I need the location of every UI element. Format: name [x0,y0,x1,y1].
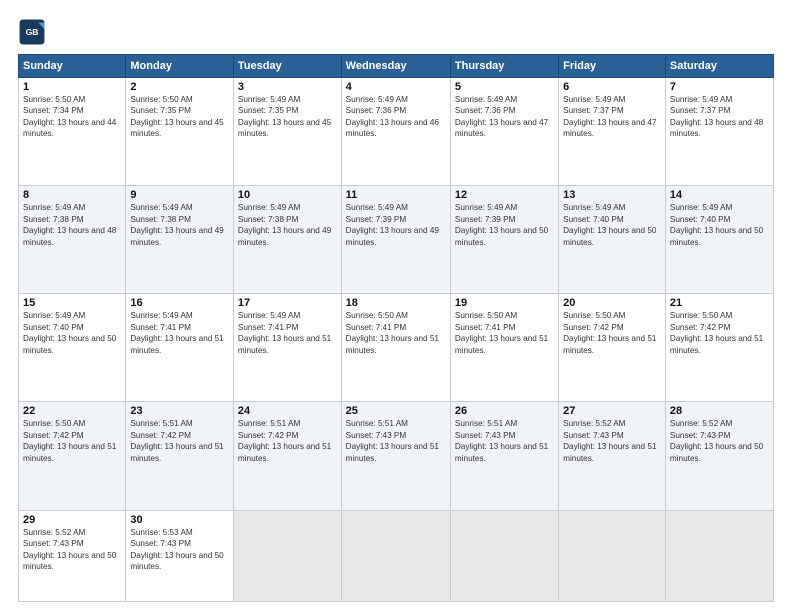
table-row: 11 Sunrise: 5:49 AMSunset: 7:39 PMDaylig… [341,186,450,294]
calendar-page: GB Sunday Monday Tuesday Wednesday Thurs… [0,0,792,612]
table-row: 29 Sunrise: 5:52 AMSunset: 7:43 PMDaylig… [19,510,126,601]
col-tuesday: Tuesday [233,55,341,78]
empty-cell [559,510,666,601]
col-monday: Monday [126,55,234,78]
table-row: 16 Sunrise: 5:49 AMSunset: 7:41 PMDaylig… [126,294,234,402]
table-row: 26 Sunrise: 5:51 AMSunset: 7:43 PMDaylig… [450,402,558,510]
empty-cell [341,510,450,601]
table-row: 13 Sunrise: 5:49 AMSunset: 7:40 PMDaylig… [559,186,666,294]
empty-cell [665,510,773,601]
table-row: 23 Sunrise: 5:51 AMSunset: 7:42 PMDaylig… [126,402,234,510]
calendar-week-3: 15 Sunrise: 5:49 AMSunset: 7:40 PMDaylig… [19,294,774,402]
calendar-week-4: 22 Sunrise: 5:50 AMSunset: 7:42 PMDaylig… [19,402,774,510]
table-row: 7 Sunrise: 5:49 AMSunset: 7:37 PMDayligh… [665,78,773,186]
col-wednesday: Wednesday [341,55,450,78]
table-row: 28 Sunrise: 5:52 AMSunset: 7:43 PMDaylig… [665,402,773,510]
table-row: 15 Sunrise: 5:49 AMSunset: 7:40 PMDaylig… [19,294,126,402]
table-row: 10 Sunrise: 5:49 AMSunset: 7:38 PMDaylig… [233,186,341,294]
header: GB [18,18,774,46]
table-row: 14 Sunrise: 5:49 AMSunset: 7:40 PMDaylig… [665,186,773,294]
table-row: 9 Sunrise: 5:49 AMSunset: 7:38 PMDayligh… [126,186,234,294]
calendar-week-2: 8 Sunrise: 5:49 AMSunset: 7:38 PMDayligh… [19,186,774,294]
svg-text:GB: GB [26,27,39,37]
calendar-week-5: 29 Sunrise: 5:52 AMSunset: 7:43 PMDaylig… [19,510,774,601]
col-thursday: Thursday [450,55,558,78]
table-row: 17 Sunrise: 5:49 AMSunset: 7:41 PMDaylig… [233,294,341,402]
logo-icon: GB [18,18,46,46]
col-sunday: Sunday [19,55,126,78]
col-friday: Friday [559,55,666,78]
calendar-week-1: 1 Sunrise: 5:50 AMSunset: 7:34 PMDayligh… [19,78,774,186]
col-saturday: Saturday [665,55,773,78]
table-row: 19 Sunrise: 5:50 AMSunset: 7:41 PMDaylig… [450,294,558,402]
table-row: 5 Sunrise: 5:49 AMSunset: 7:36 PMDayligh… [450,78,558,186]
table-row: 8 Sunrise: 5:49 AMSunset: 7:38 PMDayligh… [19,186,126,294]
empty-cell [233,510,341,601]
table-row: 2 Sunrise: 5:50 AMSunset: 7:35 PMDayligh… [126,78,234,186]
table-row: 21 Sunrise: 5:50 AMSunset: 7:42 PMDaylig… [665,294,773,402]
day-header-row: Sunday Monday Tuesday Wednesday Thursday… [19,55,774,78]
calendar-table: Sunday Monday Tuesday Wednesday Thursday… [18,54,774,602]
table-row: 18 Sunrise: 5:50 AMSunset: 7:41 PMDaylig… [341,294,450,402]
table-row: 27 Sunrise: 5:52 AMSunset: 7:43 PMDaylig… [559,402,666,510]
table-row: 4 Sunrise: 5:49 AMSunset: 7:36 PMDayligh… [341,78,450,186]
table-row: 20 Sunrise: 5:50 AMSunset: 7:42 PMDaylig… [559,294,666,402]
table-row: 25 Sunrise: 5:51 AMSunset: 7:43 PMDaylig… [341,402,450,510]
table-row: 12 Sunrise: 5:49 AMSunset: 7:39 PMDaylig… [450,186,558,294]
table-row: 1 Sunrise: 5:50 AMSunset: 7:34 PMDayligh… [19,78,126,186]
table-row: 3 Sunrise: 5:49 AMSunset: 7:35 PMDayligh… [233,78,341,186]
table-row: 30 Sunrise: 5:53 AMSunset: 7:43 PMDaylig… [126,510,234,601]
table-row: 6 Sunrise: 5:49 AMSunset: 7:37 PMDayligh… [559,78,666,186]
logo: GB [18,18,50,46]
table-row: 22 Sunrise: 5:50 AMSunset: 7:42 PMDaylig… [19,402,126,510]
table-row: 24 Sunrise: 5:51 AMSunset: 7:42 PMDaylig… [233,402,341,510]
empty-cell [450,510,558,601]
